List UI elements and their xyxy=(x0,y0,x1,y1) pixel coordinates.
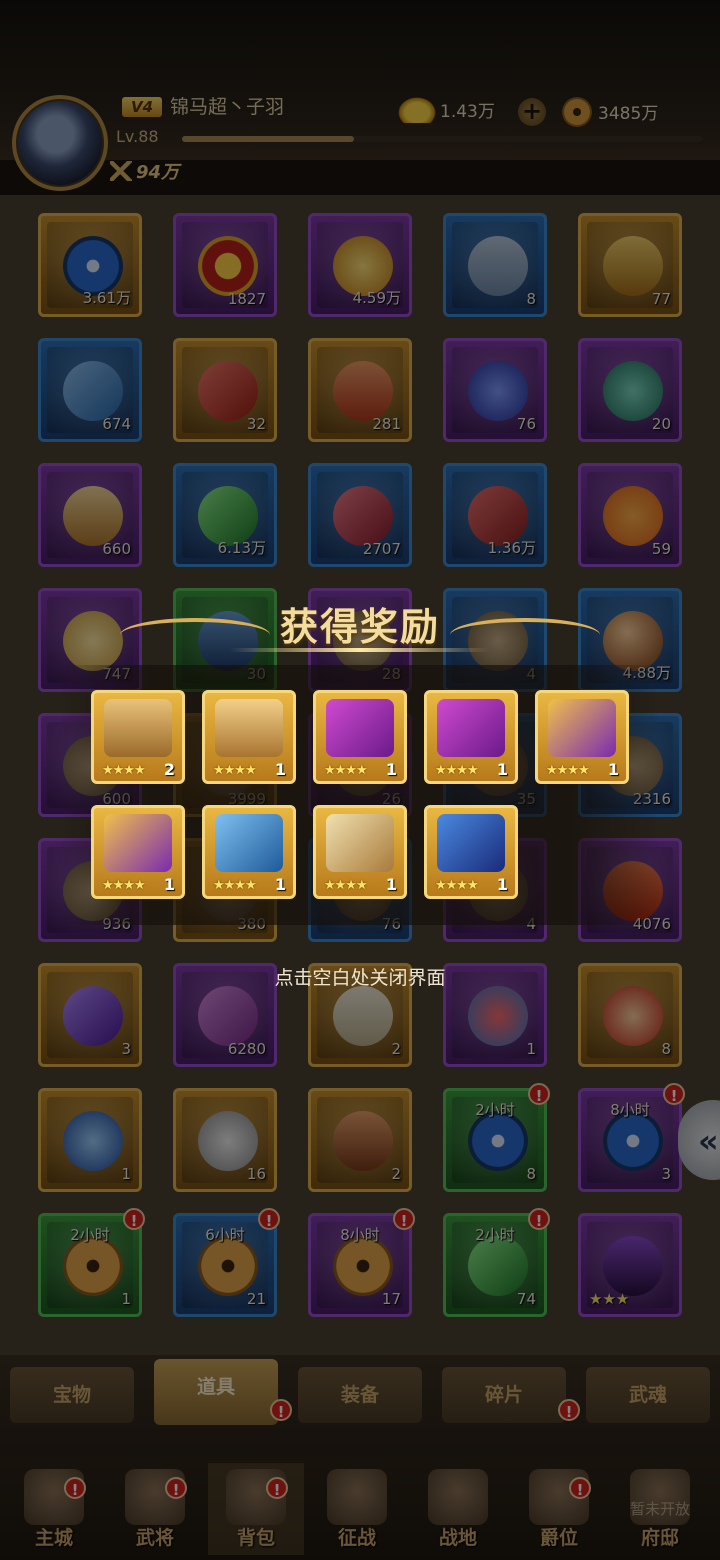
reward-count: 1 xyxy=(496,760,508,779)
reward-stars: ★★★★ xyxy=(324,878,368,893)
reward-item[interactable]: ★★★★ 1 xyxy=(313,690,407,784)
blue-tome-icon xyxy=(437,814,505,872)
purple-scroll-icon xyxy=(437,699,505,757)
purple-book-icon xyxy=(104,814,172,872)
reward-stars: ★★★★ xyxy=(213,763,257,778)
bamboo-scroll-icon xyxy=(215,699,283,757)
reward-item[interactable]: ★★★★ 1 xyxy=(424,690,518,784)
reward-count: 1 xyxy=(385,760,397,779)
purple-scroll-icon xyxy=(326,699,394,757)
reward-count: 1 xyxy=(385,875,397,894)
blue-eye-book-icon xyxy=(215,814,283,872)
reward-item[interactable]: ★★★★ 1 xyxy=(313,805,407,899)
reward-stars: ★★★★ xyxy=(324,763,368,778)
reward-count: 1 xyxy=(496,875,508,894)
reward-item[interactable]: ★★★★ 2 xyxy=(91,690,185,784)
war-map-icon xyxy=(326,814,394,872)
reward-stars: ★★★★ xyxy=(102,878,146,893)
reward-count: 1 xyxy=(274,875,286,894)
purple-book-icon xyxy=(548,699,616,757)
close-hint[interactable]: 点击空白处关闭界面 xyxy=(0,963,720,990)
backpack-screen: V4 锦马超丶子羽 Lv.88 1.43万 + 3485万 94万 3.61万 1… xyxy=(0,0,720,1560)
reward-item[interactable]: ★★★★ 1 xyxy=(91,805,185,899)
reward-stars: ★★★★ xyxy=(435,878,479,893)
reward-count: 2 xyxy=(163,760,175,779)
reward-stars: ★★★★ xyxy=(435,763,479,778)
reward-count: 1 xyxy=(274,760,286,779)
reward-count: 1 xyxy=(607,760,619,779)
reward-item[interactable]: ★★★★ 1 xyxy=(424,805,518,899)
reward-item[interactable]: ★★★★ 1 xyxy=(535,690,629,784)
reward-item[interactable]: ★★★★ 1 xyxy=(202,690,296,784)
reward-item[interactable]: ★★★★ 1 xyxy=(202,805,296,899)
reward-count: 1 xyxy=(163,875,175,894)
reward-stars: ★★★★ xyxy=(213,878,257,893)
banner-shine xyxy=(230,648,490,652)
reward-banner: 获得奖励 xyxy=(120,590,600,670)
reward-title: 获得奖励 xyxy=(279,604,440,649)
reward-stars: ★★★★ xyxy=(546,763,590,778)
reward-stars: ★★★★ xyxy=(102,763,146,778)
bamboo-slip-icon xyxy=(104,699,172,757)
